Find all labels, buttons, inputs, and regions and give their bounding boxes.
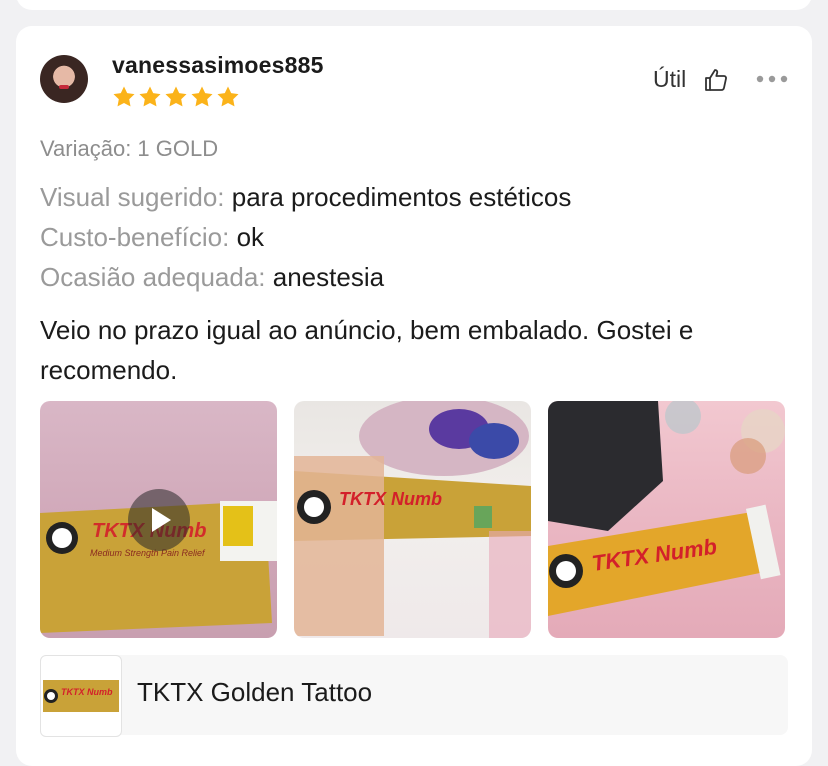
review-video-thumbnail[interactable]: TKTX Numb Medium Strength Pain Relief (40, 401, 277, 638)
attribute-key: Visual sugerido: (40, 182, 225, 212)
variation-label: Variação: 1 GOLD (40, 136, 219, 161)
star-icon (191, 86, 213, 107)
rating-stars (112, 85, 240, 109)
review-text: Veio no prazo igual ao anúncio, bem emba… (40, 315, 694, 385)
product-thumbnail-illustration: TKTX Numb (43, 680, 119, 712)
media-brand-text: TKTX Numb (339, 489, 442, 509)
photo-illustration: TKTX Numb (294, 401, 531, 638)
play-icon (152, 508, 171, 532)
attribute-value: anestesia (272, 262, 385, 292)
attribute-key: Custo-benefício: (40, 222, 230, 252)
avatar-detail (59, 85, 69, 89)
product-thumb-text: TKTX Numb (61, 687, 113, 697)
previous-review-card (16, 0, 812, 10)
product-name: TKTX Golden Tattoo (137, 677, 373, 707)
product-thumbnail: TKTX Numb (40, 655, 122, 737)
attribute-value: ok (236, 222, 265, 252)
attribute-row: Custo-benefício: ok (40, 222, 264, 253)
play-button[interactable] (128, 489, 190, 551)
photo-illustration: TKTX Numb (548, 401, 785, 616)
attribute-row: Ocasião adequada: anestesia (40, 262, 384, 293)
attribute-value: para procedimentos estéticos (231, 182, 572, 212)
thumbs-up-icon[interactable] (703, 67, 729, 93)
review-photo-thumbnail[interactable]: TKTX Numb (294, 401, 531, 638)
useful-label[interactable]: Útil (653, 66, 686, 93)
avatar[interactable] (40, 55, 88, 103)
more-dots-icon[interactable] (755, 74, 789, 84)
star-icon (139, 86, 161, 107)
star-icon (217, 86, 239, 107)
product-link[interactable]: TKTX Numb TKTX Golden Tattoo (40, 655, 788, 737)
attribute-key: Ocasião adequada: (40, 262, 266, 292)
star-icon (113, 86, 135, 107)
review-photo-thumbnail[interactable]: TKTX Numb (548, 401, 785, 638)
reviewer-username: vanessasimoes885 (112, 52, 324, 78)
star-icon (165, 86, 187, 107)
attribute-row: Visual sugerido: para procedimentos esté… (40, 182, 571, 213)
